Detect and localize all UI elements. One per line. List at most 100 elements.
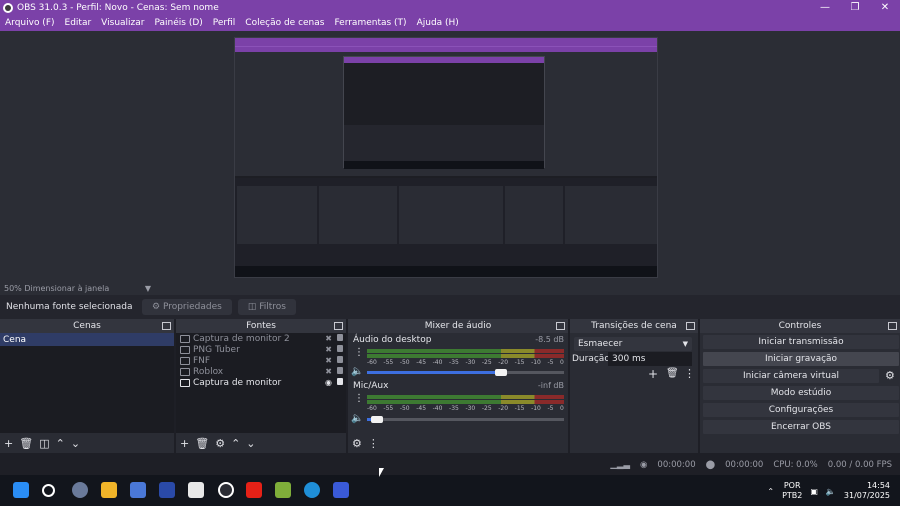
language-indicator[interactable]: POR PTB2 [782, 481, 802, 501]
lock-icon[interactable] [337, 356, 343, 363]
obs-taskbar-icon[interactable] [218, 482, 234, 498]
channel-menu-icon[interactable]: ⋮ [354, 347, 364, 358]
scene-filters-icon[interactable]: ◫ [39, 437, 49, 450]
undock-icon[interactable] [556, 322, 565, 330]
virtual-camera-settings-icon[interactable]: ⚙ [885, 369, 895, 382]
volume-icon[interactable]: 🔈 [826, 487, 836, 496]
undock-icon[interactable] [686, 322, 695, 330]
preview-zoom-bar: 50% Dimensionar à janela ▼ [0, 282, 900, 294]
trash-icon[interactable]: 🗑 [19, 437, 33, 450]
transition-select[interactable]: Esmaecer ▼ [574, 337, 692, 351]
scale-tick: -30 [465, 405, 476, 412]
game-app-icon[interactable] [275, 482, 291, 498]
scale-tick: -25 [481, 405, 492, 412]
youtube-icon[interactable] [246, 482, 262, 498]
menu-visualizar[interactable]: Visualizar [96, 18, 149, 28]
volume-slider[interactable] [367, 416, 564, 423]
menu-ferramentas[interactable]: Ferramentas (T) [329, 18, 411, 28]
scale-tick: -20 [498, 359, 509, 366]
move-down-icon[interactable]: ⌄ [71, 437, 80, 450]
source-item[interactable]: Captura de monitor ◉ [176, 377, 346, 388]
title-bar: OBS 31.0.3 - Perfil: Novo - Cenas: Sem n… [0, 0, 900, 15]
move-down-icon[interactable]: ⌄ [246, 437, 255, 450]
maximize-button[interactable]: ❐ [840, 0, 870, 15]
visibility-off-icon[interactable]: ✖ [325, 367, 332, 376]
mixer-menu-icon[interactable]: ⋮ [368, 437, 379, 450]
add-source-icon[interactable]: + [180, 437, 189, 450]
scale-tick: 0 [560, 359, 564, 366]
preview-canvas[interactable] [234, 37, 658, 278]
properties-button[interactable]: ⚙ Propriedades [142, 299, 232, 315]
source-item[interactable]: FNF ✖ [176, 355, 346, 366]
app2-icon[interactable] [333, 482, 349, 498]
channel-db: -inf dB [537, 381, 564, 390]
start-virtual-camera-button[interactable]: Iniciar câmera virtual [703, 369, 879, 383]
zoom-dropdown-icon[interactable]: ▼ [145, 284, 151, 293]
trash-icon[interactable]: 🗑 [195, 437, 209, 450]
menu-colecao-cenas[interactable]: Coleção de cenas [240, 18, 329, 28]
close-button[interactable]: ✕ [870, 0, 900, 15]
move-up-icon[interactable]: ⌃ [56, 437, 65, 450]
source-settings-icon[interactable]: ⚙ [215, 437, 225, 450]
transition-menu-icon[interactable]: ⋮ [684, 367, 695, 380]
lock-icon[interactable] [337, 334, 343, 341]
duration-input[interactable]: 300 ms [608, 352, 692, 366]
fps-readout: 0.00 / 0.00 FPS [827, 460, 892, 470]
settings-button[interactable]: Configurações [703, 403, 899, 417]
menu-arquivo[interactable]: Arquivo (F) [0, 18, 60, 28]
app-icon[interactable] [159, 482, 175, 498]
clock[interactable]: 14:54 31/07/2025 [844, 481, 890, 501]
lock-icon[interactable] [337, 345, 343, 352]
visibility-off-icon[interactable]: ✖ [325, 345, 332, 354]
store-icon[interactable] [130, 482, 146, 498]
visibility-off-icon[interactable]: ✖ [325, 334, 332, 343]
source-item[interactable]: Roblox ✖ [176, 366, 346, 377]
menu-paineis[interactable]: Painéis (D) [149, 18, 207, 28]
source-item[interactable]: Captura de monitor 2 ✖ [176, 333, 346, 344]
filter-icon: ◫ [247, 302, 260, 312]
studio-mode-button[interactable]: Modo estúdio [703, 386, 899, 400]
mixer-title: Mixer de áudio [424, 321, 492, 331]
undock-icon[interactable] [888, 322, 897, 330]
menu-perfil[interactable]: Perfil [208, 18, 241, 28]
edge-icon[interactable] [304, 482, 320, 498]
visibility-off-icon[interactable]: ✖ [325, 356, 332, 365]
add-transition-icon[interactable]: + [648, 367, 658, 381]
zoom-label[interactable]: Dimensionar à janela [24, 284, 109, 293]
visibility-icon[interactable]: ◉ [325, 378, 332, 387]
start-recording-button[interactable]: Iniciar gravação [703, 352, 899, 366]
windows-start-icon[interactable] [13, 482, 29, 498]
undock-icon[interactable] [162, 322, 171, 330]
network-icon[interactable]: ▣ [810, 487, 818, 496]
speaker-icon[interactable]: 🔈 [351, 366, 363, 377]
channel-menu-icon[interactable]: ⋮ [354, 393, 364, 404]
transitions-title: Transições de cena [591, 321, 677, 331]
exit-button[interactable]: Encerrar OBS [703, 420, 899, 434]
search-icon[interactable] [42, 484, 55, 497]
settings-app-icon[interactable] [72, 482, 88, 498]
controls-title: Controles [778, 321, 822, 331]
menu-ajuda[interactable]: Ajuda (H) [412, 18, 464, 28]
undock-icon[interactable] [334, 322, 343, 330]
lock-icon[interactable] [337, 367, 343, 374]
lock-icon[interactable] [337, 378, 343, 385]
preview-area[interactable] [0, 31, 900, 295]
start-streaming-button[interactable]: Iniciar transmissão [703, 335, 899, 349]
roblox-icon[interactable] [188, 482, 204, 498]
advanced-audio-icon[interactable]: ⚙ [352, 437, 362, 450]
filters-button[interactable]: ◫ Filtros [237, 299, 296, 315]
scale-tick: -5 [547, 359, 554, 366]
move-up-icon[interactable]: ⌃ [231, 437, 240, 450]
file-explorer-icon[interactable] [101, 482, 117, 498]
menu-editar[interactable]: Editar [60, 18, 97, 28]
obs-logo-icon [3, 2, 13, 13]
source-item[interactable]: PNG Tuber ✖ [176, 344, 346, 355]
speaker-icon[interactable]: 🔈 [351, 413, 363, 424]
scale-tick: -60 [367, 359, 377, 366]
minimize-button[interactable]: — [810, 0, 840, 15]
scene-item[interactable]: Cena [0, 333, 174, 346]
trash-icon[interactable]: 🗑 [666, 368, 679, 379]
chevron-up-icon[interactable]: ⌃ [767, 487, 774, 496]
add-scene-icon[interactable]: + [4, 437, 13, 450]
volume-slider[interactable] [367, 369, 564, 376]
